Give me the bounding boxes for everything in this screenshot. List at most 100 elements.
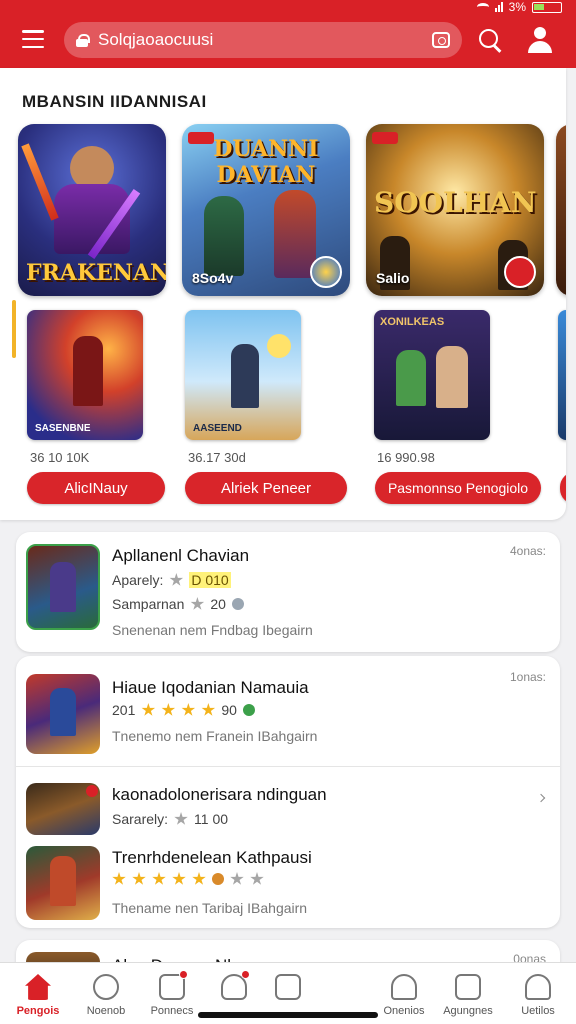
app-thumbnail [26,544,100,630]
install-button[interactable]: AlicINauy [27,472,165,504]
star-icon [230,872,244,885]
search-icon[interactable] [478,28,502,52]
tag-badge [372,132,398,144]
star-icon [174,812,188,825]
star-icon [250,872,264,885]
section-title: MBANSIN IIDANNISAI [22,92,207,111]
tile-label: AASEEND [193,423,242,434]
wifi-icon [476,3,489,11]
app-description: Thename nen Taribaj IBahgairn [112,900,308,916]
featured-game-card[interactable]: SOOLHAN Salio [366,124,544,296]
person-icon [391,974,417,1000]
app-title: Apllanenl Chavian [112,546,250,565]
home-icon [25,974,51,1000]
install-button[interactable]: Alriek Peneer [185,472,347,504]
featured-section: MBANSIN IIDANNISAI FRAKENAN DUANNI DAVIA… [0,68,566,520]
nav-profile[interactable]: Uetilos [506,963,570,1024]
battery-icon [532,1,562,13]
star-icon [132,872,146,885]
featured-game-card[interactable]: DUANNI DAVIAN 8So4v [182,124,350,296]
star-icon [190,597,205,610]
character-art [436,346,468,408]
nav-home[interactable]: Pengois [6,963,70,1024]
hamburger-menu-icon[interactable] [22,30,44,48]
app-list-card[interactable]: Apllanenl Chavian 4onas: Aparely: D 010 … [16,532,560,652]
rating-badge-icon [310,256,342,288]
character-art [396,350,426,406]
nav-label: Uetilos [521,1005,555,1017]
signal-text: 3% [508,0,526,14]
app-list-card[interactable]: Hiaue Iqodanian Namauia 1onas: 201 90 Tn… [16,656,560,928]
nav-label: Noenob [86,1005,126,1017]
timestamp: 4onas: [509,544,546,558]
scroll-indicator [12,300,16,358]
energy-orb-art [267,334,291,358]
box-icon [159,970,188,1000]
nav-notices[interactable]: Noenob [74,963,138,1024]
home-indicator[interactable] [198,1012,378,1018]
game-tile[interactable]: SASENBNE [27,310,143,440]
app-bar: 3% [0,0,576,68]
rating-label: 201 [112,702,136,718]
nav-games[interactable]: Ponnecs [140,963,204,1024]
action-badge-icon [504,256,536,288]
character-art [204,196,244,276]
chevron-right-icon[interactable] [536,793,546,803]
nav-label: Agungnes [443,1005,493,1017]
search-input[interactable] [98,30,432,50]
install-button-partial[interactable] [560,472,566,504]
nav-label: Onenios [383,1005,425,1017]
list-item[interactable]: Hiaue Iqodanian Namauia 1onas: 201 90 Tn… [16,656,560,766]
heart-icon [221,970,250,1000]
featured-game-card[interactable]: FRAKENAN [18,124,166,296]
character-art [274,190,316,278]
app-thumbnail [26,674,100,754]
profile-icon[interactable] [527,27,553,53]
app-title: Hiaue Iqodanian Namauia [112,678,309,697]
game-tile[interactable]: AASEEND [185,310,301,440]
star-icon [172,872,186,885]
install-button[interactable]: Pasmonnso Penogiolo [375,472,541,504]
search-bar[interactable] [64,22,462,58]
star-icon [192,872,206,885]
star-icon [169,573,184,586]
rating-value: D 010 [189,572,231,588]
meta-label: Samparnan [112,596,185,612]
character-art [50,688,76,736]
star-icon [201,703,216,716]
character-art [50,562,76,612]
star-icon [181,703,196,716]
rating-line: Sararely: 11 00 [112,811,228,827]
rating-label: Aparely: [112,572,164,588]
rating-line: Aparely: D 010 [112,572,231,588]
tile-label: XONILKEAS [380,316,445,328]
game-tile-partial[interactable] [558,310,566,440]
app-thumbnail [26,846,100,920]
app-title: kaonadolonerisara ndinguan [112,785,327,804]
featured-game-card-partial[interactable] [556,124,566,296]
star-icon [141,703,156,716]
game-tile[interactable]: XONILKEAS [374,310,490,440]
app-title: Trenrhdenelean Kathpausi [112,848,312,867]
star-icon [112,872,126,885]
game-title: SOOLHAN [374,186,537,219]
list-item[interactable]: kaonadolonerisara ndinguan Sararely: 11 … [16,767,560,835]
notification-dot [179,970,188,979]
meta-line: Samparnan 20 [112,596,244,612]
verified-icon [242,704,255,716]
nav-label: Ponnecs [150,1005,194,1017]
list-item[interactable]: Trenrhdenelean Kathpausi Thename nen Tar… [16,838,560,928]
lock-icon [76,34,90,47]
app-thumbnail [26,783,100,835]
nav-label: Pengois [16,1005,60,1017]
notification-dot [241,970,250,979]
rating-line: 201 90 [112,702,255,718]
nav-account[interactable]: Onenios [372,963,436,1024]
tile-label: SASENBNE [35,423,91,434]
camera-icon[interactable] [432,32,450,48]
download-count: 36 10 10K [30,450,90,465]
info-icon [231,598,244,610]
game-title: DUANNI DAVIAN [213,136,319,188]
nav-agenda[interactable]: Agungnes [436,963,500,1024]
download-count: 16 990.98 [377,450,435,465]
